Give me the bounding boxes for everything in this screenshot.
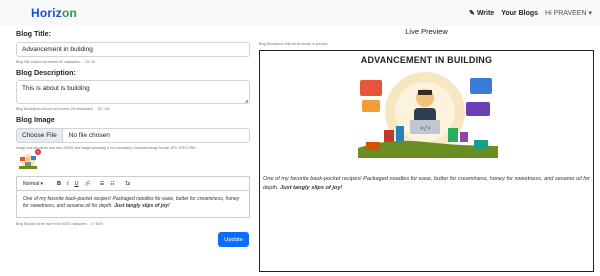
title-hint-text: Blog Title should not exceed 50 characte… [16,60,81,64]
navbar: Horizon ✎ Write Your Blogs Hi PRAVEEN ▾ [0,0,600,26]
user-dropdown[interactable]: Hi PRAVEEN ▾ [545,9,592,17]
bullet-list-icon[interactable]: ☷ [110,181,114,187]
description-label: Blog Description: [16,68,76,77]
description-hint: Blog Description should not exceed 100 c… [16,107,250,111]
write-label: Write [476,10,495,17]
format-select[interactable]: Normal ▾ [23,181,43,187]
image-file-input[interactable]: Choose File No file chosen [16,128,250,143]
editor-bold-text: Just tangly slips of joy! [114,203,170,210]
update-button[interactable]: Update [218,232,249,247]
format-caret-icon: ▾ [40,180,44,187]
choose-file-button[interactable]: Choose File [17,129,63,142]
content-count: 0 / 5000 [90,222,104,226]
pencil-icon: ✎ [469,10,475,17]
description-value: This is about is building [22,85,90,92]
preview-illustration: </> [358,72,498,158]
user-label: Hi PRAVEEN [545,10,587,17]
image-thumbnail: × [18,149,41,170]
underline-icon[interactable]: U [75,181,79,187]
content-hint-text: Blog Should not be more than 5000 Charac… [16,222,87,226]
thumbnail-illustration [19,154,37,169]
your-blogs-link[interactable]: Your Blogs [501,10,538,17]
brand-part-2: on [62,6,78,20]
image-label: Blog Image [16,115,55,124]
image-hint: Image size should be less than 200KB and… [16,146,196,150]
preview-title: ADVANCEMENT IN BUILDING [360,55,493,65]
italic-icon[interactable]: I [67,181,69,187]
bold-icon[interactable]: B [57,181,61,187]
description-hint-text: Blog Description should not exceed 100 c… [16,107,94,111]
preview-body: One of my favorite back-pocket recipes! … [263,175,592,192]
preview-box: ADVANCEMENT IN BUILDING </> One of my fa… [259,50,594,272]
rich-text-editor: Normal ▾ B I U 🔗 ☰ ☷ T̶x One of my favor… [16,176,250,218]
preview-header: Live Preview [405,27,448,36]
description-count: 25 / 100 [97,107,110,111]
blog-form: Blog Title: Advancement in building Blog… [16,27,250,226]
title-label: Blog Title: [16,29,52,38]
ordered-list-icon[interactable]: ☰ [100,181,104,187]
brand-logo[interactable]: Horizon [31,6,77,20]
brand-part-1: Horiz [31,6,62,20]
editor-toolbar: Normal ▾ B I U 🔗 ☰ ☷ T̶x [17,177,249,191]
preview-note: Blog Description Will not be shown in pr… [259,42,328,46]
link-icon[interactable]: 🔗 [85,181,91,187]
resize-handle-icon[interactable]: ◢ [245,98,248,103]
title-input[interactable]: Advancement in building [16,42,250,57]
clear-format-icon[interactable]: T̶x [125,181,131,187]
live-preview-panel: Live Preview Blog Description Will not b… [259,27,594,272]
caret-down-icon: ▾ [588,10,592,17]
preview-bold-text: Just tangly slips of joy! [280,184,343,191]
content-hint: Blog Should not be more than 5000 Charac… [16,222,250,226]
write-link[interactable]: ✎ Write [469,9,494,17]
title-count: 23 / 50 [84,60,96,64]
svg-text:</>: </> [420,125,431,132]
remove-image-icon[interactable]: × [35,149,41,155]
format-select-value: Normal [23,180,40,187]
editor-content[interactable]: One of my favorite back-pocket recipes! … [17,191,249,217]
description-textarea[interactable]: This is about is building ◢ [16,80,250,104]
title-hint: Blog Title should not exceed 50 characte… [16,60,250,64]
file-name: No file chosen [68,132,110,139]
